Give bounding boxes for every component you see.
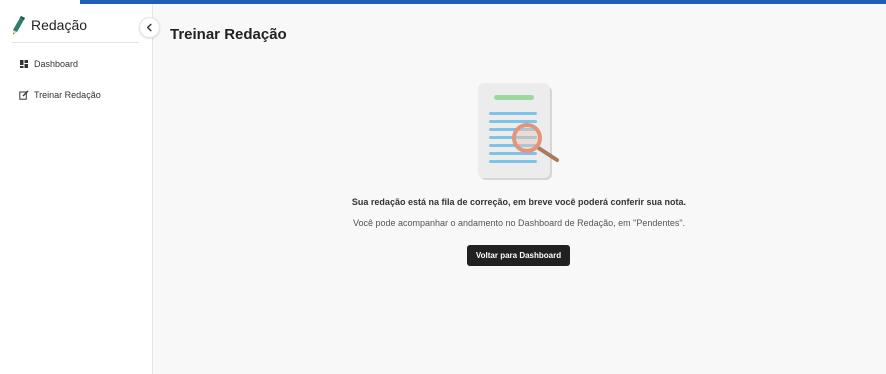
info-message: Você pode acompanhar o andamento no Dash… bbox=[352, 218, 686, 228]
sidebar-item-label: Treinar Redação bbox=[34, 90, 101, 100]
sidebar: Redação Dashboard Treinar Redação bbox=[0, 4, 153, 374]
sidebar-item-dashboard[interactable]: Dashboard bbox=[19, 57, 78, 71]
edit-icon bbox=[19, 90, 29, 100]
chevron-left-icon bbox=[146, 23, 152, 32]
app-name: Redação bbox=[31, 17, 88, 33]
page-title: Treinar Redação bbox=[170, 26, 287, 43]
sidebar-item-label: Dashboard bbox=[34, 59, 79, 69]
brand: Redação bbox=[12, 14, 87, 36]
document-search-illustration bbox=[478, 83, 559, 180]
divider bbox=[12, 42, 139, 43]
pencil-icon bbox=[13, 16, 25, 35]
queue-message: Sua redação está na fila de correção, em… bbox=[351, 197, 687, 207]
collapse-sidebar-button[interactable] bbox=[139, 17, 160, 38]
sidebar-item-treinar-redacao[interactable]: Treinar Redação bbox=[19, 88, 101, 102]
back-to-dashboard-button[interactable]: Voltar para Dashboard bbox=[467, 245, 570, 266]
dashboard-icon bbox=[19, 59, 29, 69]
